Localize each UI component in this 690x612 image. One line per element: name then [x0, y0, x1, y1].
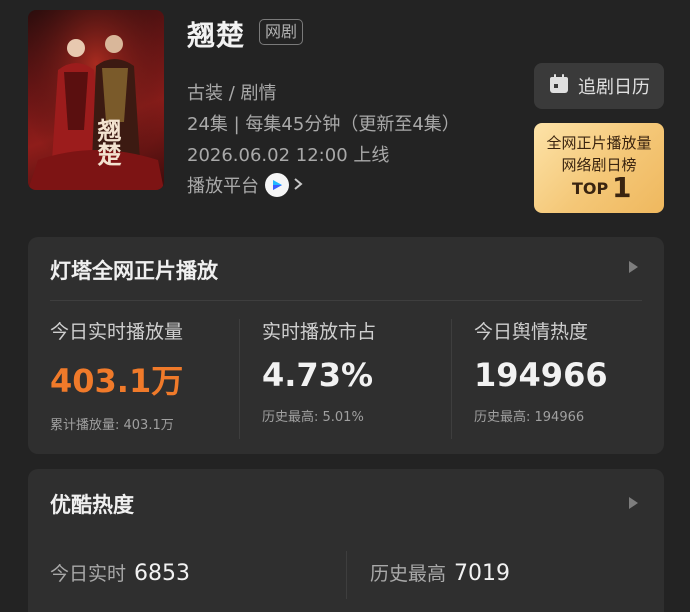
triangle-right-icon[interactable] [629, 497, 638, 509]
stat-value: 4.73% [262, 356, 374, 394]
stat-label: 今日实时播放量 [50, 321, 184, 343]
rank-line2: 网络剧日榜 [561, 156, 637, 174]
youku-logo-icon [265, 173, 289, 197]
rank-top-label: TOP [572, 179, 609, 198]
type-tag: 网剧 [259, 19, 304, 45]
drama-calendar-button[interactable]: 追剧日历 [534, 63, 664, 109]
chevron-right-icon [293, 175, 303, 196]
tower-card-title: 灯塔全网正片播放 [50, 259, 218, 283]
youku-max-stat: 历史最高 7019 [370, 559, 510, 586]
stat-label: 实时播放市占 [262, 321, 377, 343]
stat-divider [239, 319, 240, 439]
rank-line1: 全网正片播放量 [546, 134, 652, 152]
youku-max-value: 7019 [454, 561, 511, 586]
rank-number: 1 [612, 171, 632, 204]
stat-sub: 历史最高: 194966 [474, 410, 585, 425]
card-divider [50, 300, 642, 301]
youku-card-title: 优酷热度 [50, 493, 134, 517]
triangle-right-icon[interactable] [629, 261, 638, 273]
platform-link[interactable]: 播放平台 [187, 172, 303, 198]
rank-badge[interactable]: 全网正片播放量 网络剧日榜 TOP 1 [534, 123, 664, 213]
calendar-icon [548, 73, 570, 100]
drama-poster[interactable]: 翘楚 [28, 10, 164, 190]
youku-today-value: 6853 [134, 561, 191, 586]
youku-today-label: 今日实时 [50, 563, 127, 585]
stat-sentiment-heat: 今日舆情热度 194966 历史最高: 194966 [474, 317, 608, 425]
drama-title: 翘楚 [187, 19, 246, 52]
tower-playback-card[interactable]: 灯塔全网正片播放 今日实时播放量 403.1万 累计播放量: 403.1万 实时… [28, 237, 664, 454]
poster-title-art: 翘楚 [93, 118, 122, 166]
stat-value: 194966 [474, 356, 608, 394]
stat-market-share: 实时播放市占 4.73% 历史最高: 5.01% [262, 317, 376, 425]
stat-sub: 累计播放量: 403.1万 [50, 418, 174, 433]
calendar-button-label: 追剧日历 [578, 77, 650, 98]
stat-divider [346, 551, 347, 599]
stat-value: 403.1万 [50, 362, 184, 400]
platform-label: 播放平台 [187, 176, 259, 197]
stat-today-playback: 今日实时播放量 403.1万 累计播放量: 403.1万 [50, 317, 183, 433]
episodes-text: 24集 | 每集45分钟（更新至4集） [187, 114, 460, 135]
youku-heat-card[interactable]: 优酷热度 今日实时 6853 历史最高 7019 [28, 469, 664, 612]
genre-text: 古装 / 剧情 [187, 83, 277, 104]
youku-max-label: 历史最高 [370, 563, 447, 585]
stat-label: 今日舆情热度 [474, 321, 589, 343]
release-text: 2026.06.02 12:00 上线 [187, 145, 390, 166]
stat-divider [451, 319, 452, 439]
stat-sub: 历史最高: 5.01% [262, 410, 364, 425]
youku-today-stat: 今日实时 6853 [50, 559, 190, 586]
